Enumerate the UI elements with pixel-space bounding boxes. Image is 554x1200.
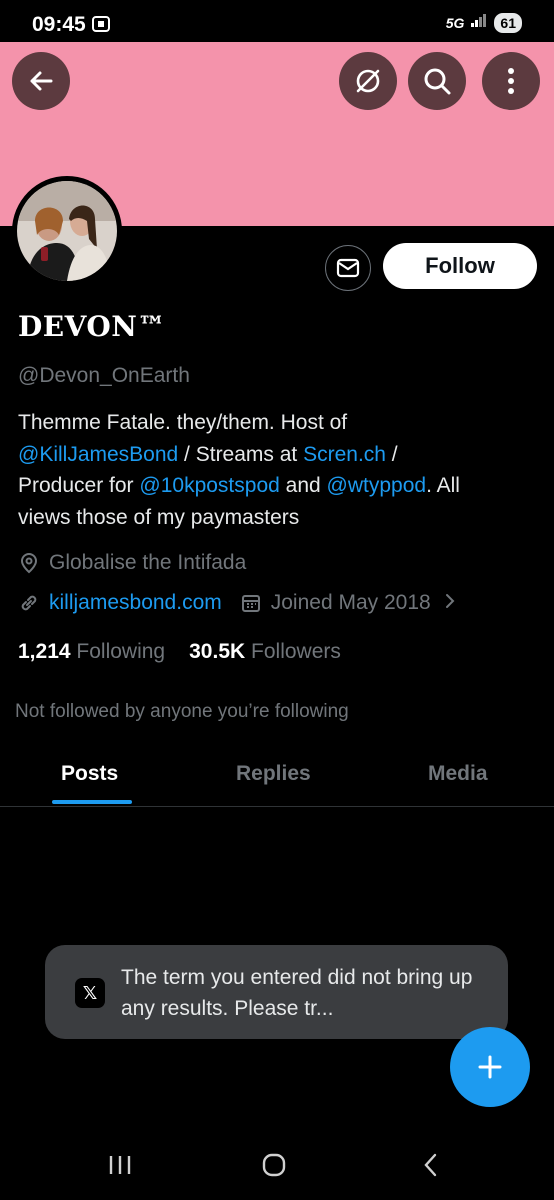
system-nav-bar bbox=[0, 1130, 554, 1200]
search-icon bbox=[424, 68, 451, 95]
nav-recents-button[interactable] bbox=[100, 1150, 140, 1180]
followers-label: Followers bbox=[251, 640, 341, 663]
battery-indicator: 61 bbox=[494, 12, 522, 33]
following-label: Following bbox=[76, 640, 166, 663]
bio-text: Themme Fatale. they/them. Host of bbox=[18, 411, 348, 434]
back-button[interactable] bbox=[12, 52, 70, 110]
avatar[interactable] bbox=[12, 176, 122, 286]
calendar-icon bbox=[240, 592, 262, 614]
nav-home-button[interactable] bbox=[254, 1150, 294, 1180]
display-name: DEVON™ bbox=[18, 310, 166, 343]
joined-date: Joined May 2018 bbox=[270, 591, 431, 614]
bio-text: / bbox=[385, 442, 398, 466]
link-icon bbox=[18, 592, 40, 614]
bio-mention-killjamesbond[interactable]: @KillJamesBond bbox=[18, 443, 178, 466]
bio-text: views those of my paymasters bbox=[18, 505, 300, 529]
followers-stat[interactable]: 30.5K Followers bbox=[189, 640, 341, 664]
back-arrow-icon bbox=[30, 71, 53, 91]
website-link[interactable]: killjamesbond.com bbox=[49, 591, 222, 615]
status-time: 09:45 bbox=[32, 13, 86, 36]
grok-icon bbox=[356, 69, 380, 93]
location-text: Globalise the Intifada bbox=[49, 551, 247, 574]
x-logo-icon: 𝕏 bbox=[75, 978, 105, 1008]
active-tab-indicator bbox=[52, 800, 132, 804]
plus-icon bbox=[478, 1055, 502, 1079]
nav-back-button[interactable] bbox=[410, 1150, 450, 1180]
more-options-button[interactable] bbox=[482, 52, 540, 110]
user-handle: @Devon_OnEarth bbox=[18, 364, 190, 387]
more-vertical-icon bbox=[508, 68, 514, 94]
search-button[interactable] bbox=[408, 52, 466, 110]
tab-replies[interactable]: Replies bbox=[236, 762, 311, 786]
status-indicators: 5G 61 bbox=[446, 12, 522, 33]
nav-back-icon bbox=[424, 1153, 437, 1177]
profile-stats: 1,214 Following 30.5K Followers bbox=[18, 640, 341, 664]
status-bar: 09:45 5G 61 bbox=[0, 0, 554, 42]
network-indicator: 5G bbox=[445, 14, 465, 31]
profile-website-row: killjamesbond.com Joined May 2018 bbox=[18, 591, 455, 615]
compose-button[interactable] bbox=[450, 1027, 530, 1107]
profile-location: Globalise the Intifada bbox=[18, 551, 246, 575]
bio-link-scren[interactable]: Scren.ch bbox=[303, 443, 386, 466]
bio-text: / Streams at bbox=[178, 442, 304, 466]
bio-mention-10kpostspod[interactable]: @10kpostspod bbox=[139, 474, 279, 497]
mail-icon bbox=[336, 258, 360, 278]
follow-button[interactable]: Follow bbox=[383, 243, 537, 289]
grok-button[interactable] bbox=[339, 52, 397, 110]
nav-recents-icon bbox=[109, 1156, 131, 1174]
message-button[interactable] bbox=[325, 245, 371, 291]
nav-home-icon bbox=[262, 1153, 286, 1177]
mutual-followers-note: Not followed by anyone you’re following bbox=[15, 701, 349, 722]
bio-text: Producer for bbox=[18, 474, 140, 497]
following-count: 1,214 bbox=[18, 640, 71, 663]
toast-notification: 𝕏 The term you entered did not bring up … bbox=[45, 945, 508, 1039]
bio-text: and bbox=[279, 474, 327, 497]
avatar-photo bbox=[17, 181, 117, 281]
screenshot-icon bbox=[91, 15, 111, 33]
profile-tabs: Posts Replies Media bbox=[0, 742, 554, 807]
profile-bio: Themme Fatale. they/them. Host of @KillJ… bbox=[18, 407, 538, 533]
tab-posts[interactable]: Posts bbox=[61, 762, 118, 786]
bio-text: . All bbox=[426, 474, 460, 497]
chevron-right-icon[interactable] bbox=[445, 591, 455, 615]
tab-media[interactable]: Media bbox=[428, 762, 488, 786]
followers-count: 30.5K bbox=[189, 640, 246, 663]
following-stat[interactable]: 1,214 Following bbox=[18, 640, 165, 664]
signal-icon bbox=[470, 12, 488, 33]
location-pin-icon bbox=[18, 552, 40, 574]
toast-message: The term you entered did not bring up an… bbox=[121, 966, 473, 1020]
bio-mention-wtyppod[interactable]: @wtyppod bbox=[327, 474, 427, 497]
